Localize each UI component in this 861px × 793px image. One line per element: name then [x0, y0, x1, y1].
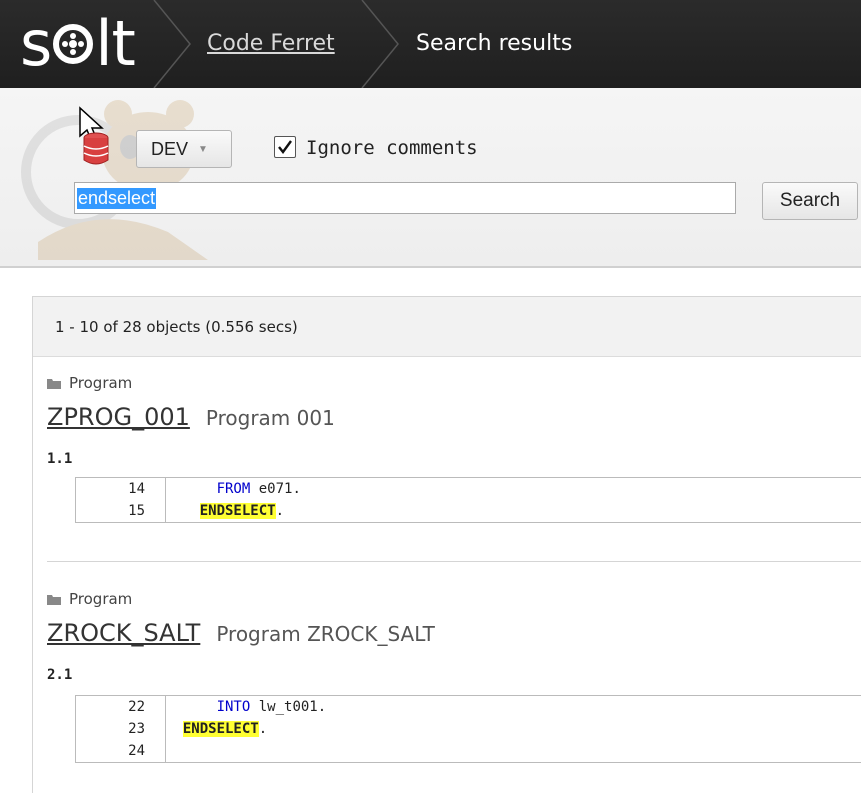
code-line: 15 ENDSELECT. — [76, 500, 861, 522]
search-button[interactable]: Search — [762, 182, 858, 220]
system-select-value: DEV — [151, 138, 189, 159]
result-type-label: Program — [69, 590, 133, 608]
breadcrumb-separator-icon — [358, 0, 402, 88]
search-panel: DEV ▼ Ignore comments endselect Search — [0, 88, 861, 268]
result-description: Program 001 — [205, 406, 335, 430]
salt-logo[interactable]: s lt — [20, 7, 136, 80]
breadcrumb-separator-icon — [150, 0, 194, 88]
breadcrumb-search-results: Search results — [416, 31, 573, 56]
result-description: Program ZROCK_SALT — [216, 622, 435, 646]
result-item: Program — [47, 373, 132, 393]
film-reel-icon — [53, 24, 94, 64]
line-number: 23 — [76, 718, 166, 740]
folder-icon — [47, 379, 61, 389]
hit-number: 2.1 — [47, 667, 73, 683]
system-select[interactable]: DEV ▼ — [136, 130, 232, 168]
line-number: 15 — [76, 500, 166, 522]
ignore-comments-checkbox[interactable] — [274, 136, 296, 158]
search-query-text: endselect — [77, 187, 157, 209]
checkmark-icon — [278, 140, 292, 154]
logo-text: s — [20, 7, 52, 80]
line-number: 22 — [76, 696, 166, 718]
code-keyword: INTO — [216, 699, 251, 715]
logo-text-end: lt — [95, 7, 136, 80]
database-icon — [83, 132, 109, 165]
chevron-down-icon: ▼ — [198, 143, 208, 155]
ferret-mascot-watermark-icon — [21, 100, 208, 260]
hit-number: 1.1 — [47, 451, 73, 467]
top-navigation-bar: s lt Code Ferret Search results — [0, 0, 861, 88]
line-number: 14 — [76, 478, 166, 500]
folder-icon — [47, 595, 61, 605]
code-line-text: INTO lw_t001. — [216, 699, 327, 715]
result-type: Program — [47, 373, 132, 393]
result-name-link[interactable]: ZPROG_001 — [47, 403, 190, 431]
result-name-link[interactable]: ZROCK_SALT — [47, 619, 200, 647]
code-line-text: ENDSELECT. — [182, 721, 268, 737]
results-panel: 1 - 10 of 28 objects (0.556 secs) Progra… — [32, 296, 861, 793]
result-title: ZPROG_001 Program 001 — [47, 403, 335, 431]
code-line: 24 — [76, 740, 861, 762]
match-highlight: ENDSELECT — [182, 721, 259, 737]
code-snippet: 14 FROM e071. 15 ENDSELECT. — [75, 477, 861, 523]
breadcrumb-code-ferret[interactable]: Code Ferret — [207, 0, 335, 88]
result-type: Program — [47, 589, 132, 609]
result-divider — [47, 561, 861, 562]
code-line: 22 INTO lw_t001. — [76, 696, 861, 718]
code-line-text: FROM e071. — [216, 481, 301, 497]
code-snippet: 22 INTO lw_t001. 23 ENDSELECT. 24 — [75, 695, 861, 763]
code-line-text: ENDSELECT. — [199, 503, 285, 519]
result-title: ZROCK_SALT Program ZROCK_SALT — [47, 619, 435, 647]
code-line: 23 ENDSELECT. — [76, 718, 861, 740]
match-highlight: ENDSELECT — [199, 503, 276, 519]
result-type-label: Program — [69, 374, 133, 392]
line-number: 24 — [76, 740, 166, 762]
result-item: Program — [47, 589, 132, 609]
code-line: 14 FROM e071. — [76, 478, 861, 500]
search-input[interactable]: endselect — [74, 182, 736, 214]
ignore-comments-label[interactable]: Ignore comments — [306, 136, 478, 160]
code-keyword: FROM — [216, 481, 251, 497]
results-summary: 1 - 10 of 28 objects (0.556 secs) — [33, 297, 861, 357]
